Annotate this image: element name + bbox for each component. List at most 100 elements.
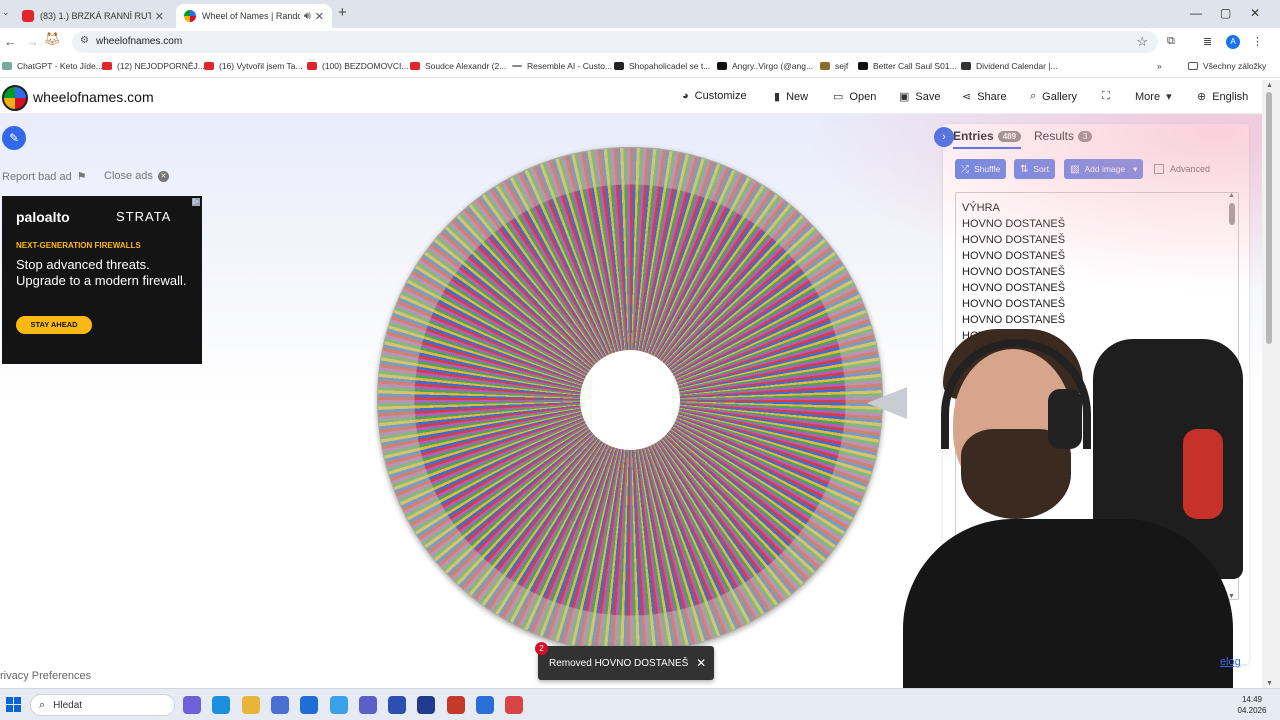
customize-label: Customize — [694, 90, 747, 102]
advertisement-banner[interactable]: paloalto STRATA NEXT-GENERATION FIREWALL… — [2, 196, 202, 364]
tab-results-label: Results — [1034, 129, 1075, 143]
bookmark-item[interactable]: (100) BEZDOMOVCI... — [307, 61, 408, 71]
taskbar-app-icon[interactable] — [417, 696, 436, 714]
forward-icon[interactable]: → — [26, 34, 39, 49]
bookmark-item[interactable]: Shopaholicadel se t... — [614, 61, 710, 71]
add-image-button[interactable]: ▨ Add image ▾ — [1064, 159, 1144, 179]
close-window-icon[interactable]: ✕ — [1250, 6, 1260, 20]
bookmark-item[interactable]: Dividend Calendar |... — [961, 61, 1058, 71]
speaker-icon[interactable]: 🔊︎ — [304, 10, 311, 23]
shuffle-button[interactable]: ⤮ Shuffle — [955, 159, 1007, 179]
taskbar-app-icon[interactable] — [300, 696, 319, 714]
gallery-button[interactable]: ⌕ Gallery — [1030, 90, 1077, 103]
webcam-overlay — [893, 319, 1262, 688]
taskbar-app-icon[interactable] — [388, 696, 407, 714]
all-bookmarks[interactable]: Všechny záložky — [1188, 61, 1266, 71]
windows-start-icon[interactable] — [6, 697, 21, 712]
ad-choices-icon[interactable]: ▷ — [192, 198, 200, 206]
omnibox[interactable]: ⚙ wheelofnames.com ☆ — [72, 31, 1158, 53]
checkbox-box[interactable] — [1154, 164, 1164, 174]
page-scrollbar-thumb[interactable] — [1266, 92, 1272, 344]
media-icon[interactable]: ≣ — [1203, 35, 1212, 48]
customize-button[interactable]: ◕ Customize — [682, 90, 747, 102]
site-info-icon[interactable]: ⚙ — [80, 35, 89, 46]
extensions-icon[interactable]: ⧉ — [1167, 35, 1175, 48]
save-button[interactable]: ▣ Save — [899, 90, 940, 104]
maximize-icon[interactable]: ▢ — [1220, 6, 1231, 20]
advanced-checkbox[interactable]: Advanced — [1154, 164, 1210, 174]
sort-button[interactable]: ⇅ Sort — [1014, 159, 1055, 179]
list-item: HOVNO DOSTANEŠ — [962, 298, 1066, 310]
fullscreen-button[interactable]: ⛶ — [1102, 90, 1116, 103]
system-clock[interactable]: 14:49 04.2026 — [1228, 694, 1276, 716]
new-tab-button[interactable]: + — [338, 4, 347, 21]
scroll-up-icon[interactable]: ▲ — [1266, 82, 1273, 89]
advanced-label: Advanced — [1170, 164, 1211, 174]
wheel-logo-icon[interactable] — [2, 85, 28, 111]
tab-search-icon[interactable]: ⌄ — [2, 7, 10, 18]
removed-entry-toast: Removed HOVNO DOSTANEŠ ✕ — [538, 646, 714, 680]
extension-fox-icon[interactable]: 🦊︎ — [44, 31, 61, 47]
changelog-link[interactable]: elog — [1220, 656, 1241, 668]
page-scrollbar[interactable]: ▲ ▼ — [1262, 80, 1280, 688]
url-text[interactable]: wheelofnames.com — [96, 36, 182, 47]
wheel[interactable] — [377, 147, 883, 653]
report-bad-ad[interactable]: Report bad ad ⚑ — [2, 170, 87, 184]
taskbar-app-icon[interactable] — [329, 696, 348, 714]
shuffle-label: Shuffle — [974, 164, 1001, 174]
more-button[interactable]: More ▾ — [1135, 90, 1172, 104]
scroll-up-icon[interactable]: ▲ — [1228, 193, 1235, 199]
open-button[interactable]: ▭ Open — [833, 90, 876, 104]
bookmark-label: (100) BEZDOMOVCI... — [322, 61, 409, 71]
browser-menu-icon[interactable]: ⋮ — [1252, 35, 1263, 48]
folder-icon — [1188, 62, 1198, 70]
taskbar-app-icon[interactable] — [505, 696, 524, 714]
share-button[interactable]: ⋖ Share — [962, 90, 1007, 104]
taskbar-app-icon[interactable] — [241, 696, 260, 714]
bookmark-item[interactable]: ChatGPT - Keto Jíde... — [2, 61, 103, 71]
scroll-down-icon[interactable]: ▼ — [1266, 680, 1273, 687]
back-icon[interactable]: ← — [4, 34, 17, 49]
bookmarks-overflow-icon[interactable]: » — [1157, 61, 1162, 71]
site-name[interactable]: wheelofnames.com — [33, 89, 154, 105]
bookmark-label: ChatGPT - Keto Jíde... — [17, 61, 103, 71]
bookmark-item[interactable]: sejf — [820, 61, 848, 71]
bookmark-item[interactable]: Angry..Virgo (@ang... — [717, 61, 813, 71]
bookmark-item[interactable]: (12) NEJODPORNĚJ... — [102, 61, 205, 71]
taskbar-app-icon[interactable] — [183, 696, 201, 714]
ad-cta-button[interactable]: STAY AHEAD — [16, 316, 92, 334]
scrollbar-thumb[interactable] — [1229, 203, 1235, 225]
wheel-center-hub[interactable] — [580, 350, 680, 450]
edit-pencil-button[interactable]: ✎ — [2, 126, 26, 150]
calendar-icon — [961, 62, 971, 70]
taskbar-app-icon[interactable] — [358, 696, 377, 714]
close-ads[interactable]: Close ads ✕ — [104, 170, 169, 182]
flag-icon: ⚑ — [76, 171, 87, 183]
privacy-preferences-link[interactable]: rivacy Preferences — [0, 670, 91, 682]
bookmark-item[interactable]: Soudce Alexandr (2... — [410, 61, 506, 71]
taskbar-app-icon[interactable] — [476, 696, 494, 714]
tab-entries[interactable]: Entries 489 — [953, 129, 1022, 149]
bookmark-item[interactable]: (16) Vytvořil jsem Ta... — [204, 61, 303, 71]
clock-time: 14:49 — [1241, 695, 1263, 704]
language-button[interactable]: ⊕ English — [1197, 90, 1248, 104]
close-tab-icon[interactable]: ✕ — [315, 10, 324, 23]
bookmark-star-icon[interactable]: ☆ — [1136, 34, 1148, 50]
toast-close-icon[interactable]: ✕ — [688, 656, 714, 670]
taskbar-app-icon[interactable] — [270, 696, 289, 714]
taskbar-app-icon[interactable] — [212, 696, 231, 714]
bookmark-item[interactable]: Better Call Saul S01... — [858, 61, 957, 71]
new-button[interactable]: ▮ New — [774, 90, 808, 104]
collapse-panel-button[interactable]: › — [934, 127, 954, 147]
browser-tab-wheel[interactable]: Wheel of Names | Random 🔊︎ ✕ — [176, 4, 332, 28]
taskbar-app-icon[interactable] — [446, 696, 465, 714]
taskbar-search[interactable]: ⌕ Hledat — [30, 694, 175, 716]
close-tab-icon[interactable]: ✕ — [155, 10, 164, 23]
minimize-icon[interactable]: — — [1190, 6, 1202, 20]
profile-avatar[interactable]: A — [1226, 35, 1240, 49]
bookmark-favicon-icon — [2, 62, 12, 70]
tab-results[interactable]: Results 3 — [1034, 129, 1093, 143]
x-icon — [614, 62, 624, 70]
browser-tab-youtube[interactable]: (83) 1.) BRZKÁ RANNÍ RUTINA ✕ — [14, 4, 172, 28]
bookmark-item[interactable]: Resemble AI - Custo... — [512, 61, 612, 71]
